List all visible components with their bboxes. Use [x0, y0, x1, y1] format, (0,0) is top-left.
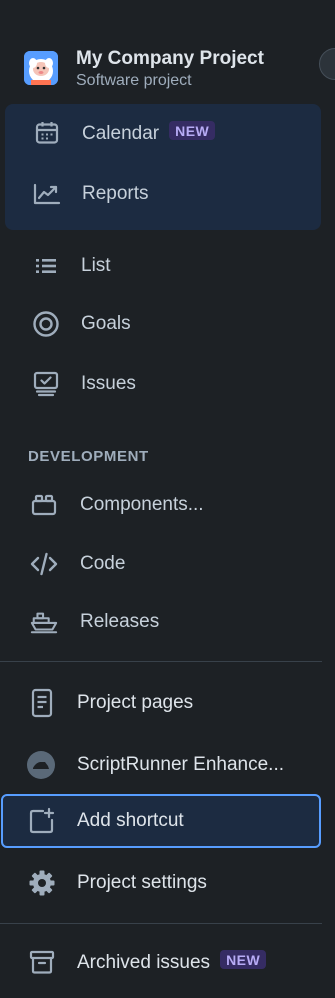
nav-item-issues[interactable]: Issues: [0, 361, 335, 407]
goals-label: Goals: [81, 313, 131, 335]
releases-label: Releases: [80, 611, 159, 633]
archived-issues-label: Archived issues: [77, 952, 210, 973]
nav-item-components[interactable]: Components...: [0, 482, 335, 528]
nav-item-scriptrunner[interactable]: ScriptRunner Enhance...: [0, 742, 335, 788]
project-header: My Company Project Software project: [0, 0, 335, 115]
components-icon: [30, 491, 58, 519]
add-shortcut-button[interactable]: Add shortcut: [0, 798, 335, 844]
scriptrunner-label: ScriptRunner Enhance...: [77, 754, 284, 776]
nav-item-code[interactable]: Code: [0, 541, 335, 587]
issues-label: Issues: [81, 373, 136, 395]
nav-item-list[interactable]: List: [0, 243, 335, 289]
code-label: Code: [80, 553, 125, 575]
section-divider: [0, 661, 322, 662]
nav-item-label: Archived issues NEW: [77, 950, 266, 974]
page-icon: [28, 689, 56, 717]
list-label: List: [81, 255, 111, 277]
collapse-sidebar-button[interactable]: [319, 48, 335, 80]
reports-label: Reports: [82, 183, 149, 205]
nav-item-releases[interactable]: Releases: [0, 599, 335, 645]
list-icon: [32, 252, 60, 280]
calendar-icon: [33, 119, 61, 147]
nav-item-label: Calendar NEW: [82, 121, 215, 145]
calendar-label: Calendar: [82, 123, 159, 144]
add-shortcut-label: Add shortcut: [77, 810, 184, 832]
nav-item-project-pages[interactable]: Project pages: [0, 680, 335, 726]
project-type: Software project: [76, 72, 192, 90]
new-badge: NEW: [169, 121, 215, 140]
project-name: My Company Project: [76, 48, 264, 70]
add-shortcut-icon: [28, 807, 56, 835]
section-divider: [0, 923, 322, 924]
issues-icon: [32, 370, 60, 398]
archive-icon: [28, 948, 56, 976]
nav-item-project-settings[interactable]: Project settings: [0, 860, 335, 906]
target-icon: [32, 310, 60, 338]
project-avatar[interactable]: [24, 51, 58, 85]
scriptrunner-app-icon: [27, 751, 55, 779]
nav-item-calendar[interactable]: Calendar NEW: [0, 110, 335, 156]
nav-item-reports[interactable]: Reports: [0, 171, 335, 217]
new-badge: NEW: [220, 950, 266, 969]
section-heading-development: DEVELOPMENT: [28, 448, 149, 465]
gear-icon: [28, 869, 56, 897]
nav-item-archived-issues[interactable]: Archived issues NEW: [0, 939, 335, 985]
nav-item-goals[interactable]: Goals: [0, 301, 335, 347]
chart-trend-icon: [33, 180, 61, 208]
project-pages-label: Project pages: [77, 692, 193, 714]
code-icon: [30, 550, 58, 578]
ship-icon: [30, 608, 58, 636]
components-label: Components...: [80, 494, 204, 516]
project-settings-label: Project settings: [77, 872, 207, 894]
